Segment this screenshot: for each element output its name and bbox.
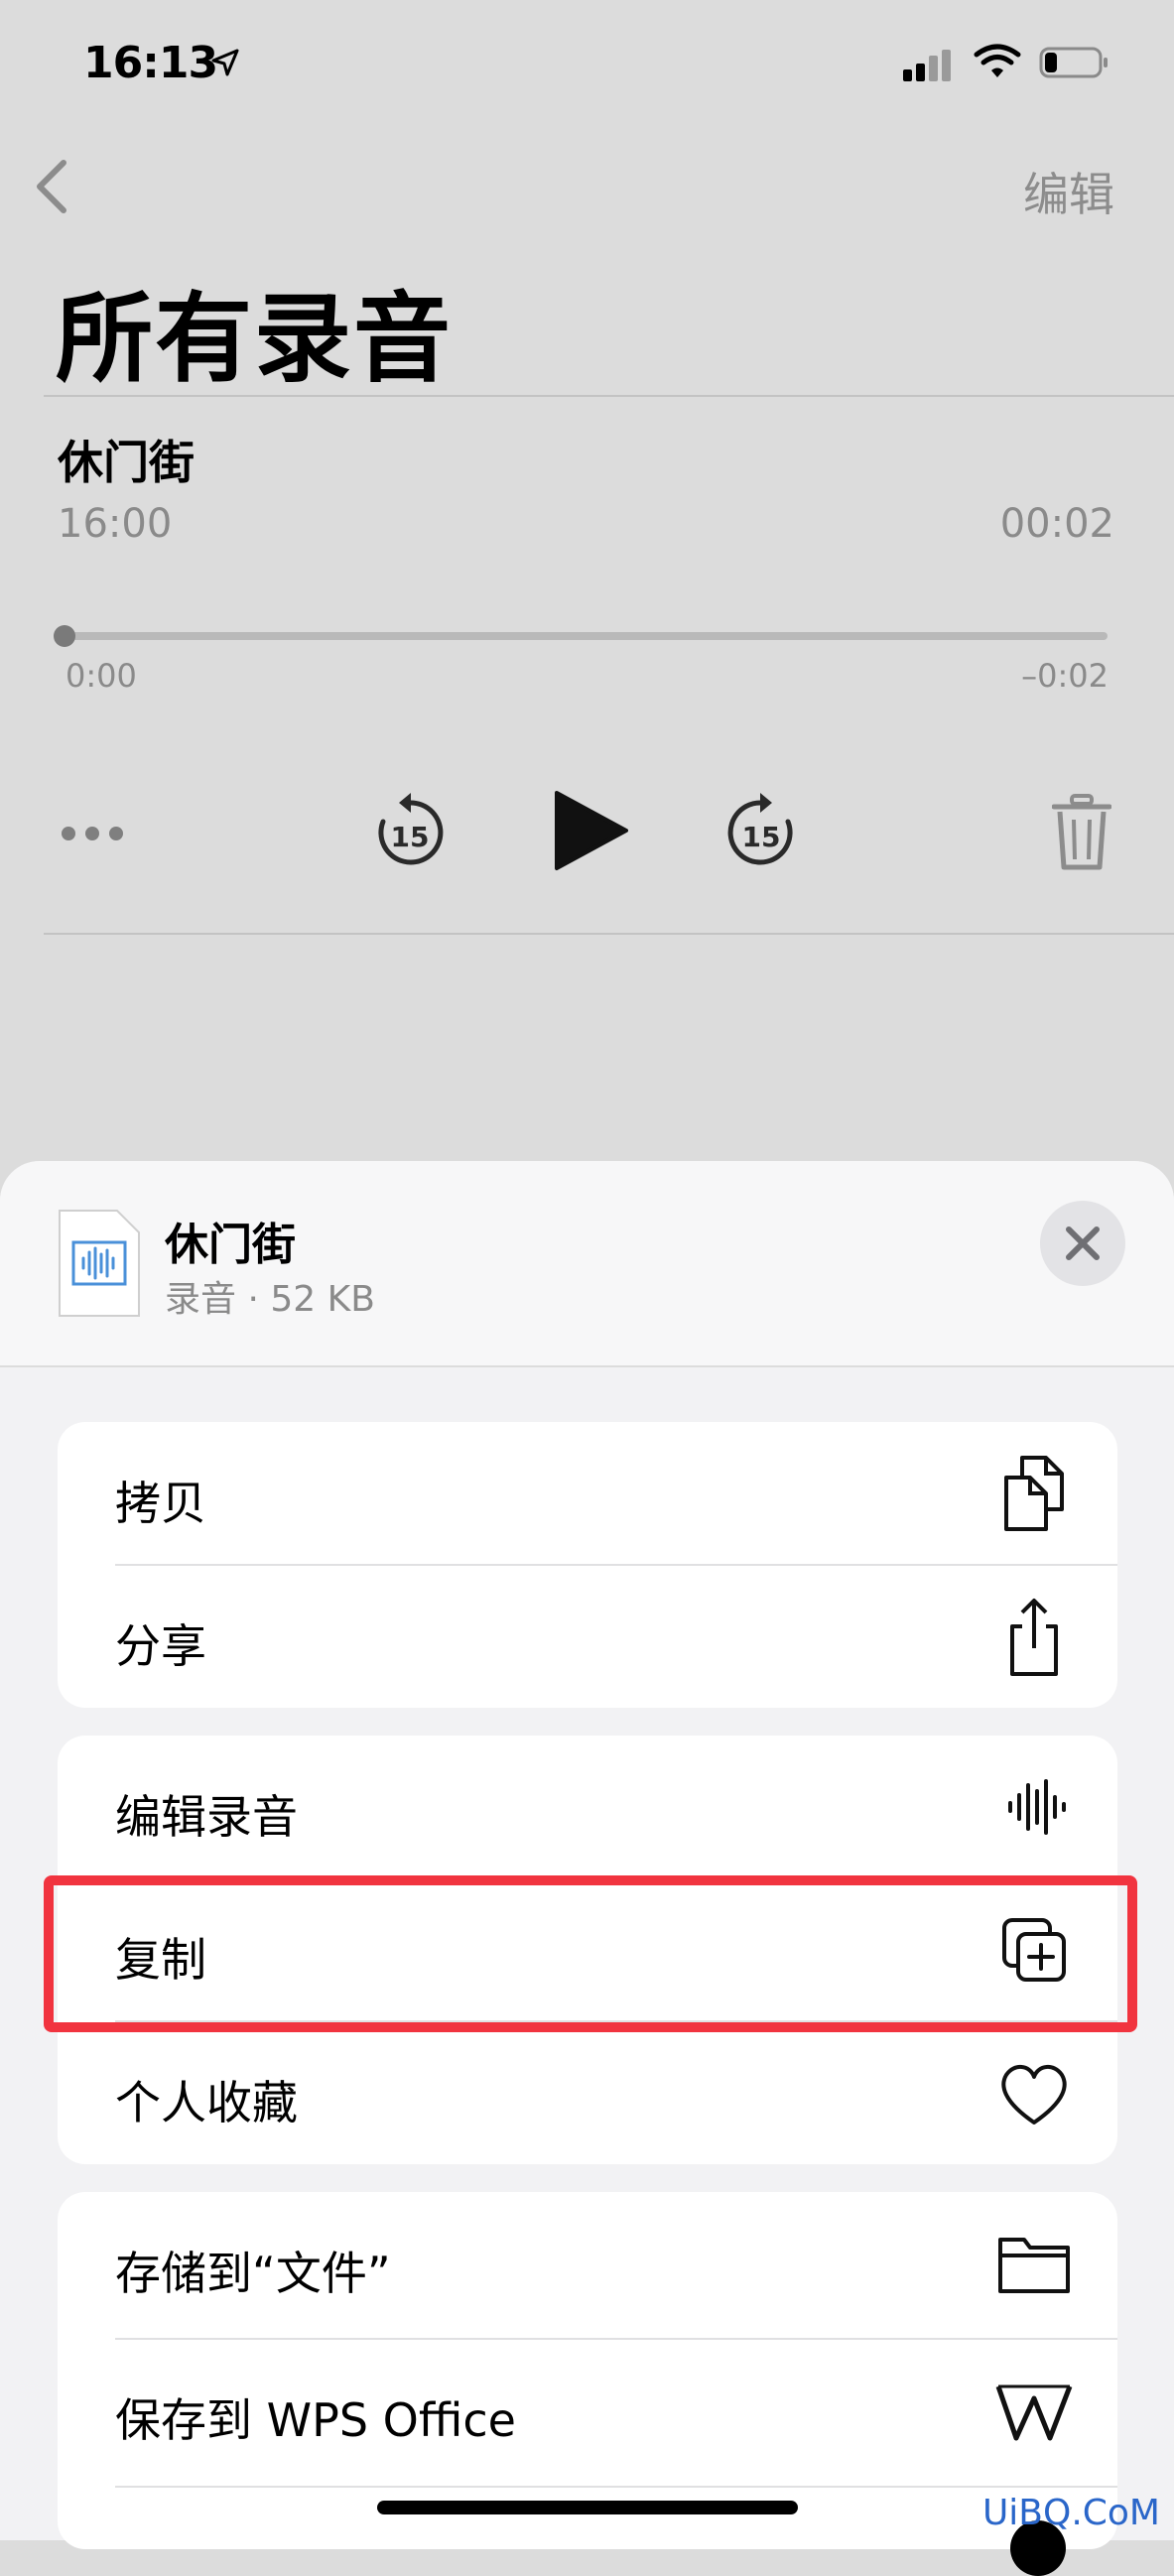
shared-file-name: 休门街 <box>165 1220 296 1270</box>
more-options-icon[interactable] <box>60 814 125 853</box>
row-separator <box>115 2486 1117 2488</box>
action-share[interactable]: 分享 <box>58 1565 1117 1708</box>
action-favorite[interactable]: 个人收藏 <box>58 2021 1117 2164</box>
action-label: 拷贝 <box>115 1477 206 1530</box>
play-icon[interactable] <box>551 789 630 872</box>
action-group-3: 存储到“文件” 保存到 WPS Office <box>58 2192 1117 2549</box>
heart-icon <box>1001 2065 1067 2125</box>
share-icon <box>1010 1599 1058 1676</box>
action-copy[interactable]: 拷贝 <box>58 1422 1117 1565</box>
action-label: 存储到“文件” <box>115 2247 391 2300</box>
action-group-1: 拷贝 分享 <box>58 1422 1117 1708</box>
skip-forward-15-icon[interactable]: 15 <box>724 789 798 872</box>
status-time: 16:13 <box>83 38 218 88</box>
elapsed-time: 0:00 <box>65 657 137 695</box>
edit-button[interactable]: 编辑 <box>1023 159 1114 224</box>
recording-date: 16:00 <box>58 501 173 547</box>
cellular-signal-icon <box>903 50 955 81</box>
back-chevron-icon[interactable] <box>34 159 67 214</box>
home-indicator[interactable] <box>377 2501 798 2514</box>
recording-duration: 00:02 <box>999 501 1114 547</box>
folder-icon <box>998 2238 1070 2293</box>
scrubber-knob[interactable] <box>54 625 75 647</box>
watermark: UiBQ.CoM <box>981 2493 1160 2533</box>
action-label: 个人收藏 <box>115 2076 298 2129</box>
location-arrow-icon <box>211 49 239 76</box>
audio-file-icon <box>59 1210 140 1317</box>
wps-icon <box>995 2384 1073 2441</box>
svg-text:15: 15 <box>742 821 781 853</box>
playback-scrubber[interactable] <box>62 632 1108 640</box>
action-save-to-files[interactable]: 存储到“文件” <box>58 2192 1117 2335</box>
skip-back-15-icon[interactable]: 15 <box>373 789 447 872</box>
svg-text:15: 15 <box>391 821 430 853</box>
action-save-to-wps[interactable]: 保存到 WPS Office <box>58 2339 1117 2482</box>
close-icon <box>1066 1226 1100 1260</box>
divider <box>44 933 1174 935</box>
action-edit-recording[interactable]: 编辑录音 <box>58 1736 1117 1878</box>
wifi-icon <box>974 44 1021 77</box>
shared-file-meta: 录音 · 52 KB <box>165 1279 375 1320</box>
copy-icon <box>1004 1456 1064 1531</box>
recording-name[interactable]: 休门街 <box>58 427 195 492</box>
close-button[interactable] <box>1040 1201 1125 1286</box>
action-label: 保存到 WPS Office <box>115 2393 516 2447</box>
action-label: 分享 <box>115 1619 206 1673</box>
action-label: 编辑录音 <box>115 1790 298 1844</box>
battery-icon <box>1039 47 1108 78</box>
divider <box>44 395 1174 397</box>
trash-icon[interactable] <box>1052 794 1111 871</box>
highlight-box <box>44 1875 1137 2032</box>
waveform-icon <box>1008 1779 1066 1835</box>
remaining-time: –0:02 <box>1021 657 1109 695</box>
page-title: 所有录音 <box>56 283 454 396</box>
